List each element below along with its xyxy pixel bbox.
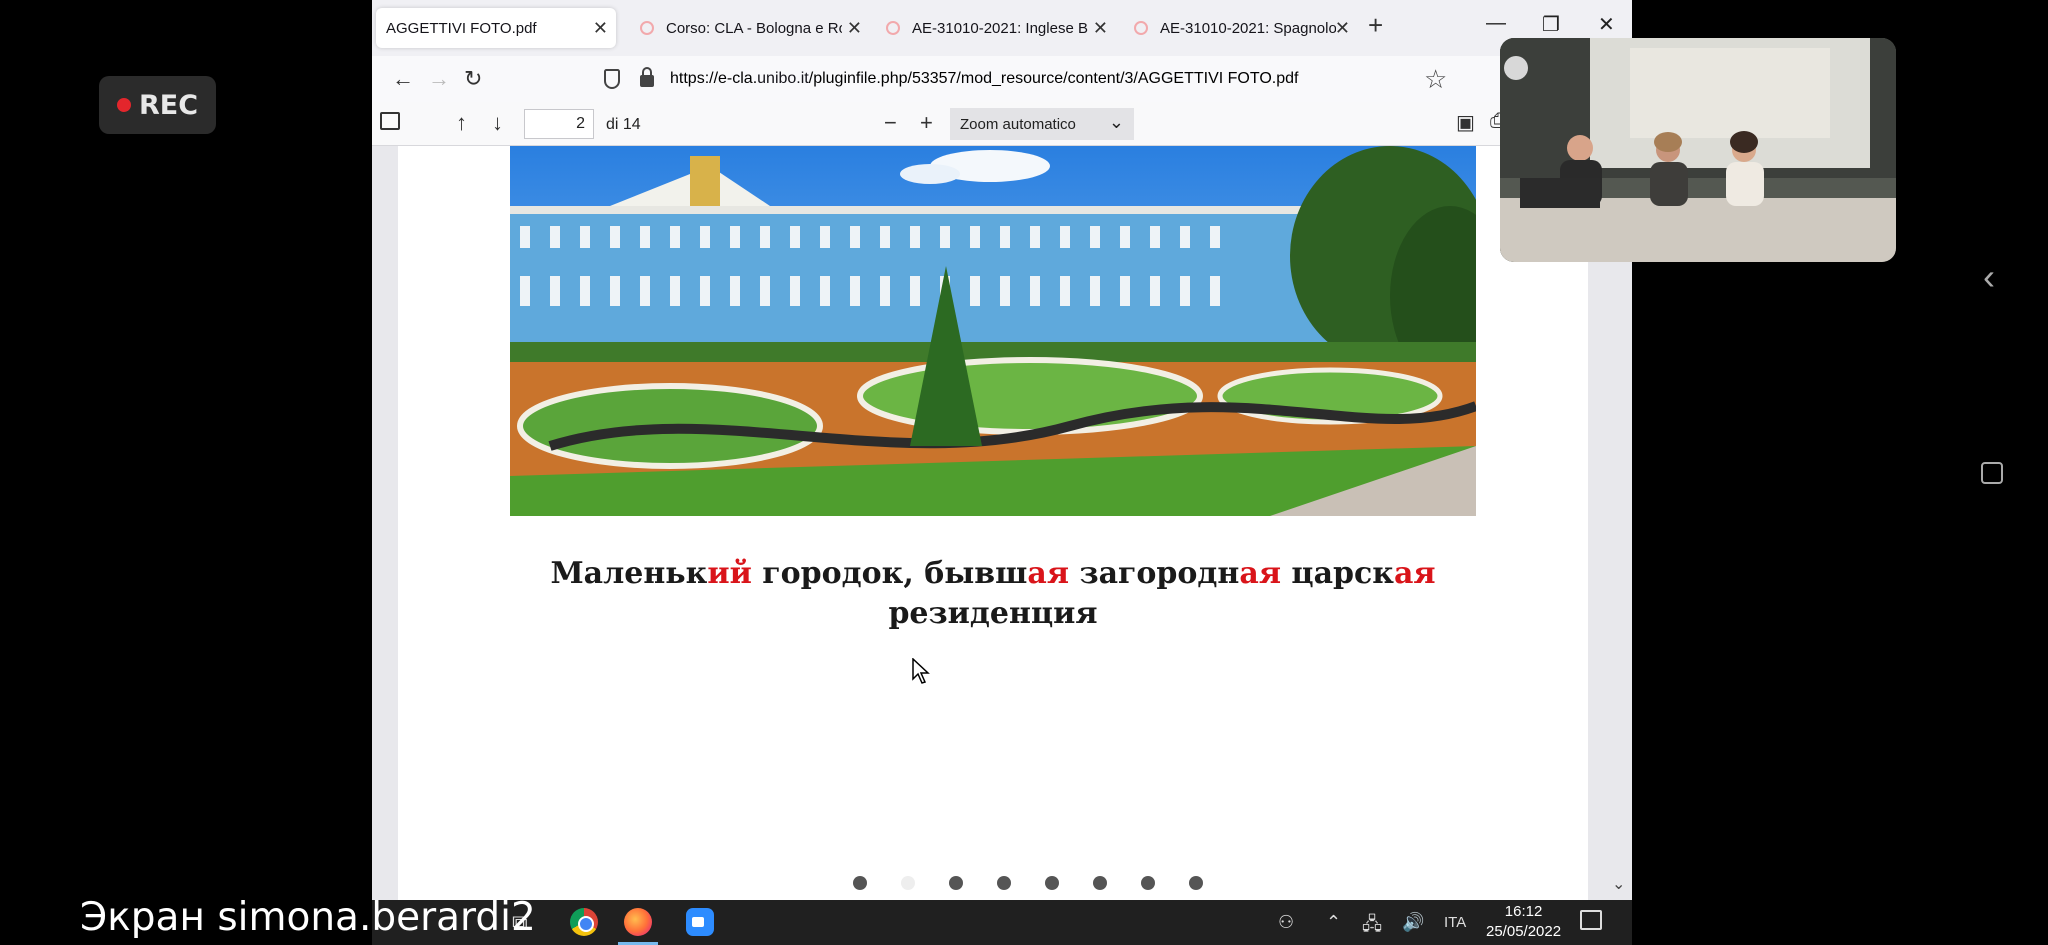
reload-icon[interactable]: ↻ (464, 66, 482, 92)
forward-arrow-icon[interactable]: → (428, 66, 450, 92)
moodle-favicon-icon (886, 21, 900, 35)
restore-icon[interactable]: ❐ (1542, 12, 1560, 37)
zoom-value: Zoom automatico (960, 116, 1076, 133)
rec-badge: REC (99, 76, 216, 134)
previous-page-arrow-icon[interactable]: ↑ (456, 110, 467, 136)
pagination-dot[interactable] (1093, 876, 1107, 890)
system-clock[interactable]: 16:12 25/05/2022 (1486, 902, 1561, 942)
back-chevron-icon[interactable]: ‹ (1983, 256, 1995, 298)
caption-segment: царск (1280, 556, 1394, 591)
nav-bar: ← → ↻ https://e-cla.unibo.it/pluginfile.… (372, 56, 1632, 102)
zoom-out-icon[interactable]: − (884, 110, 897, 136)
palace-photo-illustration (510, 146, 1476, 516)
close-icon[interactable]: ✕ (1335, 18, 1350, 39)
language-indicator[interactable]: ITA (1444, 914, 1466, 931)
notifications-icon[interactable] (1580, 910, 1602, 930)
people-icon[interactable]: ⚇ (1278, 912, 1294, 933)
screen-share-caption: Экран simona.berardi2 (80, 895, 536, 940)
caption-segment: городок, бывш (751, 556, 1028, 591)
back-arrow-icon[interactable]: ← (392, 66, 414, 92)
participant-video[interactable] (1500, 38, 1896, 262)
caption-segment: загородн (1069, 556, 1240, 591)
tab-spagnolo-b[interactable]: AE-31010-2021: Spagnolo B ✕ (1128, 8, 1358, 48)
moodle-favicon-icon (1134, 21, 1148, 35)
page-number-input[interactable]: 2 (524, 109, 594, 139)
firefox-icon[interactable] (624, 908, 652, 936)
pagination-dot-active[interactable] (901, 876, 915, 890)
moodle-favicon-icon (640, 21, 654, 35)
network-icon[interactable]: 🖧 (1362, 912, 1382, 942)
url-host: unibo.it (757, 70, 809, 87)
window-close-icon[interactable]: ✕ (1598, 12, 1615, 37)
tab-inglese-b1[interactable]: AE-31010-2021: Inglese B1 ✕ (880, 8, 1116, 48)
pagination-dot[interactable] (1189, 876, 1203, 890)
zoom-in-icon[interactable]: + (920, 110, 933, 136)
url-prefix: https://e-cla. (670, 70, 758, 87)
url-path: /pluginfile.php/53357/mod_resource/conte… (808, 70, 1299, 87)
slide-pagination-dots (853, 876, 1203, 890)
tab-aggettivi-foto[interactable]: AGGETTIVI FOTO.pdf ✕ (376, 8, 616, 48)
slide-caption: Маленький городок, бывшая загородная цар… (510, 554, 1476, 634)
zoom-app-icon[interactable] (686, 908, 714, 936)
pdf-viewer[interactable]: Маленький городок, бывшая загородная цар… (372, 146, 1632, 900)
page-count: di 14 (606, 116, 641, 133)
pdf-toolbar: ↑ ↓ 2 di 14 − + Zoom automatico ⌄ ▣ ⎙ (372, 102, 1632, 146)
caption-ending: ая (1393, 556, 1436, 591)
chrome-icon[interactable] (570, 908, 598, 936)
lock-icon[interactable] (640, 67, 654, 87)
bookmark-star-icon[interactable]: ☆ (1424, 64, 1447, 95)
chevron-up-icon[interactable]: ⌃ (1326, 912, 1341, 933)
mouse-cursor-icon (912, 658, 930, 684)
slide-caption-line-2: резиденция (888, 596, 1098, 631)
overview-square-icon[interactable] (1981, 462, 2003, 484)
tab-bar: AGGETTIVI FOTO.pdf ✕ Corso: CLA - Bologn… (372, 0, 1632, 56)
caption-ending: ий (707, 556, 752, 591)
palace-photo (510, 146, 1476, 516)
tab-label: AGGETTIVI FOTO.pdf (386, 19, 537, 37)
rec-label: REC (138, 89, 199, 121)
close-icon[interactable]: ✕ (1093, 18, 1108, 39)
pagination-dot[interactable] (853, 876, 867, 890)
presentation-mode-icon[interactable]: ▣ (1456, 110, 1475, 135)
tab-label: Corso: CLA - Bologna e Ror (666, 19, 842, 37)
tab-label: AE-31010-2021: Inglese B1 (912, 19, 1088, 37)
next-page-arrow-icon[interactable]: ↓ (492, 110, 503, 136)
chevron-down-icon: ⌄ (1108, 112, 1124, 132)
webcam-feed (1500, 38, 1896, 262)
caption-ending: ая (1027, 556, 1069, 591)
screen: REC AGGETTIVI FOTO.pdf ✕ Corso: CLA - Bo… (0, 0, 2048, 945)
pagination-dot[interactable] (1141, 876, 1155, 890)
slide-caption-line-1: Маленький городок, бывшая загородная цар… (510, 554, 1476, 594)
pagination-dot[interactable] (997, 876, 1011, 890)
tab-label: AE-31010-2021: Spagnolo B (1160, 19, 1336, 37)
clock-time: 16:12 (1504, 903, 1543, 920)
pdf-page: Маленький городок, бывшая загородная цар… (398, 146, 1588, 900)
sidebar-toggle-icon[interactable] (380, 112, 400, 130)
shield-icon[interactable] (604, 69, 620, 89)
scroll-down-chevron-icon[interactable]: ⌄ (1612, 874, 1625, 894)
volume-icon[interactable]: 🔊 (1402, 912, 1424, 933)
close-icon[interactable]: ✕ (847, 18, 862, 39)
minimize-icon[interactable]: — (1486, 12, 1506, 35)
clock-date: 25/05/2022 (1486, 923, 1562, 940)
tab-corso-cla[interactable]: Corso: CLA - Bologna e Ror ✕ (634, 8, 870, 48)
url-field[interactable]: https://e-cla.unibo.it/pluginfile.php/53… (670, 70, 1299, 88)
pagination-dot[interactable] (1045, 876, 1059, 890)
caption-segment: Маленьк (550, 556, 708, 591)
pagination-dot[interactable] (949, 876, 963, 890)
caption-ending: ая (1239, 556, 1281, 591)
new-tab-icon[interactable]: + (1368, 10, 1383, 41)
close-icon[interactable]: ✕ (593, 18, 608, 39)
windows-taskbar: ⧉ ⚇ ⌃ 🖧 🔊 ITA 16:12 25/05/2022 (372, 900, 1632, 945)
browser-window: AGGETTIVI FOTO.pdf ✕ Corso: CLA - Bologn… (372, 0, 1632, 945)
zoom-select[interactable]: Zoom automatico ⌄ (950, 108, 1134, 140)
record-dot-icon (116, 98, 131, 112)
